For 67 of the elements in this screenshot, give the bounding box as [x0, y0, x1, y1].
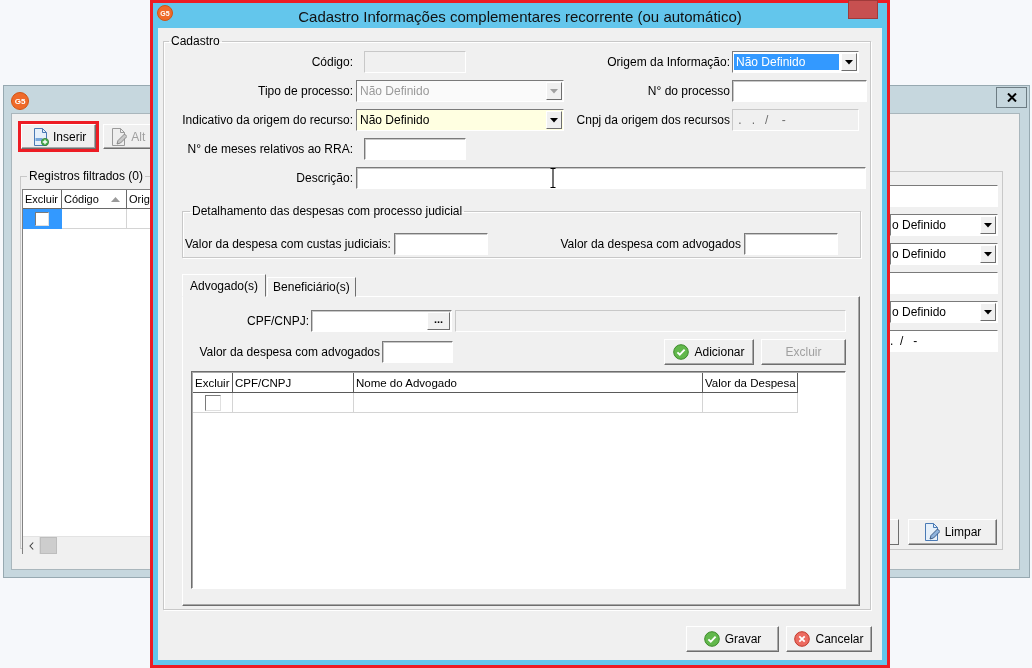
horizontal-scrollbar[interactable] [23, 536, 150, 554]
caret-down-icon[interactable] [980, 245, 996, 263]
group-label: Detalhamento das despesas com processo judicial [191, 204, 464, 218]
field-label: N° de meses relativos ao RRA: [186, 142, 353, 156]
browse-button[interactable]: ... [427, 312, 450, 330]
field-label: Valor da despesa com advogados [198, 345, 380, 359]
save-button[interactable]: Gravar [686, 626, 779, 652]
column-header[interactable]: Código [62, 190, 127, 209]
field-label: Tipo de processo: [257, 84, 353, 98]
table-cell [62, 209, 127, 229]
document-pencil-icon [923, 523, 940, 541]
window-title: Cadastro Informações complementares recorrente (ou automático) [298, 7, 742, 25]
field-label: Cnpj da origem dos recursos [575, 113, 730, 127]
field-label: Código: [310, 55, 353, 69]
group-label: Registros filtrados (0) [28, 169, 145, 183]
field-label: Indicativo da origem do recurso: [181, 113, 353, 127]
field-label: Valor da despesa com advogados [560, 237, 741, 251]
clear-button[interactable]: Limpar [908, 519, 997, 545]
dropdown[interactable]: o Definido [890, 243, 998, 265]
field-label: Origem da Informação: [606, 55, 730, 69]
app-logo: G5 [11, 92, 29, 110]
sort-up-icon [110, 196, 120, 202]
text-field[interactable] [393, 233, 488, 255]
checkbox[interactable] [35, 211, 49, 226]
cancel-button[interactable]: Cancelar [786, 626, 872, 652]
close-icon [1006, 93, 1017, 102]
text-field[interactable] [382, 341, 453, 363]
field-label: Valor da despesa com custas judiciais: [185, 237, 391, 251]
tab[interactable]: Beneficiário(s) [267, 277, 356, 297]
text-field[interactable] [890, 272, 998, 294]
add-button[interactable]: Adicionar [664, 339, 754, 365]
text-field[interactable] [744, 233, 838, 255]
text-field[interactable] [890, 185, 998, 207]
column-header[interactable]: CPF/CNPJ [233, 373, 354, 393]
dropdown[interactable]: o Definido [890, 301, 998, 323]
text-cursor-icon [550, 168, 556, 188]
text-field[interactable]: ... [311, 310, 452, 332]
column-header[interactable]: Excluir [193, 373, 233, 393]
text-field[interactable] [356, 167, 866, 189]
x-circle-icon [794, 631, 811, 647]
checkbox[interactable] [204, 394, 221, 411]
field-label: Descrição: [295, 171, 353, 185]
text-field[interactable] [732, 80, 867, 102]
check-circle-icon [673, 344, 690, 360]
column-header[interactable]: Excluir [23, 190, 62, 209]
caret-down-icon[interactable] [980, 303, 996, 321]
text-field[interactable] [455, 310, 846, 332]
field-label: N° do processo [646, 84, 730, 98]
tab[interactable]: Advogado(s) [182, 274, 267, 297]
field-label: CPF/CNPJ: [246, 314, 309, 328]
dropdown[interactable]: Não Definido [356, 109, 564, 131]
document-plus-icon [33, 127, 49, 146]
insert-button[interactable]: Inserir [21, 124, 97, 149]
document-pencil-icon [111, 127, 128, 146]
text-field[interactable] [364, 138, 466, 160]
text-field[interactable]: . / - [890, 330, 998, 352]
column-header[interactable]: Nome do Advogado [354, 373, 703, 393]
close-button[interactable] [996, 87, 1027, 108]
caret-down-icon[interactable] [980, 216, 996, 234]
check-circle-icon [703, 631, 720, 647]
column-header[interactable]: Valor da Despesa [703, 373, 798, 393]
scrollbar-thumb[interactable] [40, 537, 57, 554]
caret-down-icon[interactable] [841, 53, 857, 71]
dropdown[interactable]: o Definido [890, 214, 998, 236]
group-label: Cadastro [170, 34, 221, 48]
partial-button[interactable] [890, 519, 899, 545]
caret-down-icon[interactable] [546, 111, 562, 129]
